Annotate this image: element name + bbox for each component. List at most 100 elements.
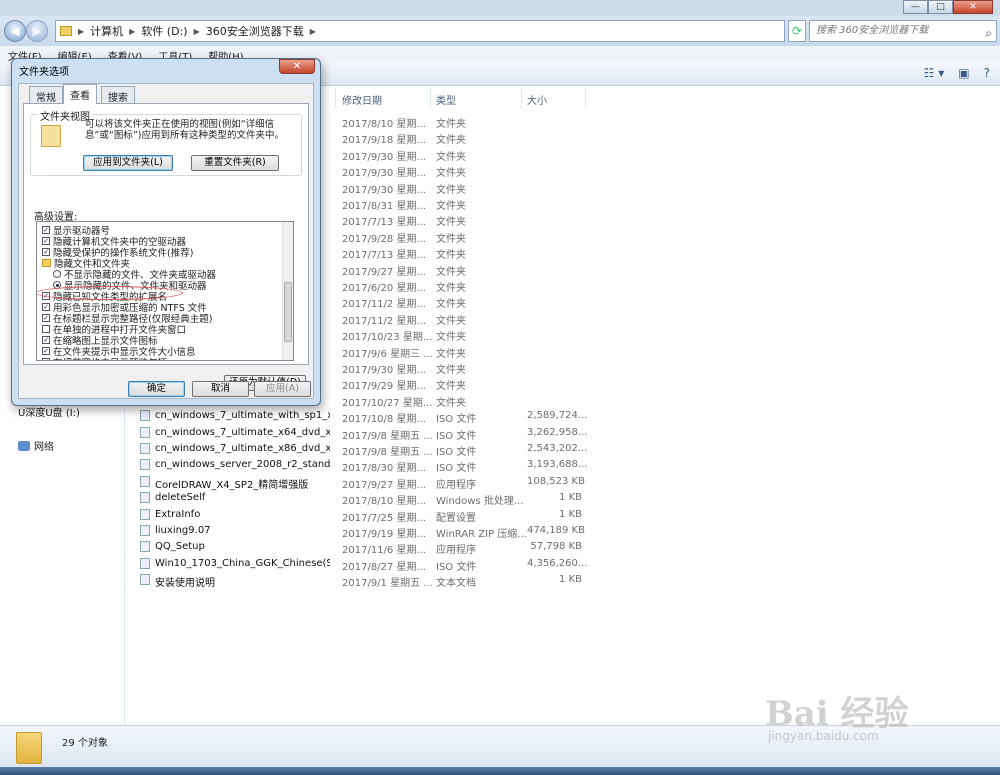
chevron-right-icon[interactable]: ▶ (129, 27, 135, 36)
reset-folders-button[interactable]: 重置文件夹(R) (191, 155, 279, 171)
dialog-body: 常规 查看 搜索 文件夹视图 可以将该文件夹正在使用的视图(例如“详细信息”或“… (18, 83, 314, 399)
file-date: 2017/10/23 星期... (342, 332, 433, 344)
minimize-button[interactable]: — (903, 0, 928, 14)
folder-view-icon (41, 125, 61, 147)
column-header-type[interactable]: 类型 (436, 92, 456, 107)
checkbox[interactable]: ✓ (42, 225, 50, 234)
file-type: 文件夹 (436, 315, 466, 327)
file-type: 配置设置 (436, 512, 476, 524)
refresh-button[interactable]: ⟳ (788, 20, 806, 42)
folder-icon (60, 26, 72, 36)
cancel-button[interactable]: 取消 (192, 381, 249, 397)
chevron-right-icon[interactable]: ▶ (310, 27, 316, 36)
file-row[interactable]: CorelDRAW_X4_SP2_精简增强版 2017/9/27 星期... 应用程… (125, 474, 1000, 491)
help-icon[interactable]: ? (984, 66, 990, 80)
breadcrumb-drive[interactable]: 软件 (D:) (141, 23, 187, 39)
breadcrumb-computer[interactable]: 计算机 (90, 23, 123, 39)
checkbox[interactable]: ✓ (42, 236, 50, 245)
chevron-right-icon[interactable]: ▶ (78, 27, 84, 36)
file-row[interactable]: liuxing9.07 2017/9/19 星期... WinRAR ZIP 压缩.… (125, 523, 1000, 540)
view-options-icon[interactable]: ☷ ▾ (924, 66, 945, 80)
file-name: ExtraInfo (155, 508, 201, 520)
preview-pane-icon[interactable]: ▣ (958, 66, 969, 80)
chevron-right-icon[interactable]: ▶ (194, 27, 200, 36)
file-date: 2017/9/30 星期... (342, 151, 426, 163)
checkbox[interactable]: ✓ (42, 335, 50, 344)
file-row[interactable]: cn_windows_7_ultimate_with_sp1_x86_... 20… (125, 408, 1000, 426)
file-row[interactable]: 安装使用说明 2017/9/1 星期五 ... 文本文档 1 KB (125, 572, 1000, 589)
checkbox[interactable]: ✓ (42, 346, 50, 355)
checkbox[interactable]: ✓ (42, 247, 50, 256)
file-icon (140, 443, 150, 454)
file-date: 2017/9/27 星期... (342, 266, 426, 278)
address-bar[interactable]: ▶ 计算机 ▶ 软件 (D:) ▶ 360安全浏览器下载 ▶ (55, 20, 785, 42)
advanced-option[interactable]: ✓在细节窗格中显示预览句柄 (42, 356, 167, 360)
file-icon (140, 459, 150, 471)
radio-button[interactable] (53, 269, 61, 278)
window-controls: — □ ✕ (903, 0, 993, 14)
file-type: ISO 文件 (436, 463, 477, 475)
file-date: 2017/9/30 星期... (342, 365, 426, 376)
apply-to-folders-button[interactable]: 应用到文件夹(L) (83, 155, 173, 171)
advanced-list-scrollbar[interactable] (282, 222, 293, 360)
nav-item-usb-drive[interactable]: U深度U盘 (I:) (18, 404, 80, 419)
file-icon (140, 426, 150, 438)
file-row[interactable]: QQ_Setup 2017/11/6 星期... 应用程序 57,798 KB (125, 539, 1000, 556)
forward-button[interactable]: ▶ (26, 20, 48, 42)
advanced-settings-list[interactable]: ✓ 显示驱动器号 ✓ 隐藏计算机文件夹中的空驱动器 ✓ 隐藏受保护的操作系统文件(推荐) 隐… (36, 221, 294, 361)
file-date: 2017/11/2 星期... (342, 315, 426, 327)
file-row[interactable]: cn_windows_7_ultimate_x86_dvd_x15-... 201… (125, 441, 1000, 458)
file-date: 2017/8/27 星期... (342, 561, 426, 573)
ok-button[interactable]: 确定 (128, 381, 185, 397)
usb-drive-label: U深度U盘 (I:) (18, 408, 80, 419)
file-row[interactable]: deleteSelf 2017/8/10 星期... Windows 批处理... 1… (125, 490, 1000, 508)
tab-general[interactable]: 常规 (29, 86, 63, 104)
file-name: deleteSelf (155, 492, 206, 504)
file-size: 2,543,202... (527, 443, 588, 454)
column-divider[interactable] (521, 88, 522, 108)
tab-view[interactable]: 查看 (63, 84, 97, 104)
checkbox[interactable]: ✓ (42, 357, 50, 360)
file-type: 文件夹 (436, 250, 466, 262)
file-type: 文件夹 (436, 151, 466, 163)
tab-search[interactable]: 搜索 (101, 86, 135, 104)
file-row[interactable]: cn_windows_server_2008_r2_standard... 201… (125, 457, 1000, 475)
file-type: ISO 文件 (436, 430, 477, 442)
file-type: 文件夹 (436, 332, 466, 344)
tab-panel-view: 文件夹视图 可以将该文件夹正在使用的视图(例如“详细信息”或“图标”)应用到所有… (23, 103, 309, 365)
column-divider[interactable] (335, 88, 336, 108)
checkbox[interactable]: ✓ (42, 302, 50, 311)
file-row[interactable]: Win10_1703_China_GGK_Chinese(Sim... 2017/… (125, 556, 1000, 573)
file-size: 1 KB (559, 492, 582, 504)
breadcrumb-folder[interactable]: 360安全浏览器下载 (206, 23, 304, 39)
file-type: 文件夹 (436, 397, 466, 409)
column-header-date[interactable]: 修改日期 (342, 92, 382, 107)
nav-item-network[interactable]: 网络 (18, 438, 54, 453)
file-row[interactable]: ExtraInfo 2017/7/25 星期... 配置设置 1 KB (125, 507, 1000, 524)
checkbox[interactable]: ✓ (42, 313, 50, 322)
maximize-button[interactable]: □ (928, 0, 953, 14)
dialog-close-button[interactable]: ✕ (279, 59, 315, 74)
file-icon (140, 475, 150, 487)
column-header-size[interactable]: 大小 (527, 92, 547, 107)
title-bar: — □ ✕ (0, 0, 1000, 16)
address-row: ◀ ▶ ▶ 计算机 ▶ 软件 (D:) ▶ 360安全浏览器下载 ▶ ⟳ 搜索 … (0, 16, 1000, 46)
file-row[interactable]: cn_windows_7_ultimate_x64_dvd_x15-... 201… (125, 425, 1000, 442)
search-icon[interactable]: ⌕ (985, 23, 992, 43)
file-date: 2017/10/8 星期... (342, 414, 426, 426)
close-button[interactable]: ✕ (953, 0, 993, 14)
view-controls: ☷ ▾ ▣ ? (924, 66, 990, 80)
back-button[interactable]: ◀ (4, 20, 26, 42)
column-divider[interactable] (430, 88, 431, 108)
watermark: Bai 经验 (765, 694, 909, 734)
file-date: 2017/8/10 星期... (342, 496, 426, 508)
checkbox[interactable] (42, 324, 50, 333)
search-input[interactable]: 搜索 360安全浏览器下载 ⌕ (809, 20, 997, 42)
file-name: Win10_1703_China_GGK_Chinese(Sim... (155, 557, 330, 569)
network-icon (18, 440, 30, 451)
taskbar[interactable] (0, 767, 1000, 775)
file-type: ISO 文件 (436, 414, 477, 426)
scrollbar-thumb[interactable] (284, 282, 292, 342)
apply-button[interactable]: 应用(A) (254, 381, 311, 397)
column-divider[interactable] (585, 88, 586, 108)
